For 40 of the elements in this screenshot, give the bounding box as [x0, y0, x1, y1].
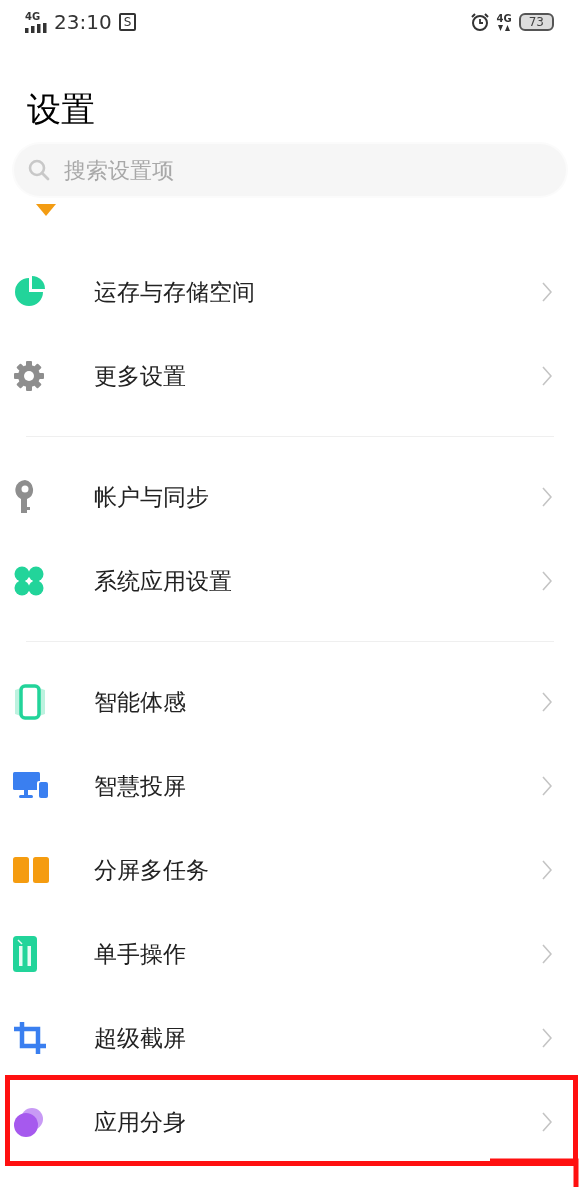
settings-item[interactable]: 系统应用设置	[0, 539, 580, 623]
chevron-right-icon	[542, 282, 552, 302]
settings-item[interactable]: 单手操作	[0, 912, 580, 996]
clock-time: 23:10	[54, 10, 112, 34]
pie-chart-icon	[13, 276, 45, 308]
four-petal-icon	[13, 565, 45, 597]
chevron-right-icon	[542, 366, 552, 386]
chevron-right-icon	[542, 944, 552, 964]
gear-icon	[13, 360, 45, 392]
overlapping-circles-icon	[13, 1107, 45, 1137]
crop-icon	[13, 1022, 47, 1054]
settings-item[interactable]: 运存与存储空间	[0, 250, 580, 334]
split-panels-icon	[13, 857, 49, 883]
settings-item[interactable]: 智能体感	[0, 660, 580, 744]
settings-item[interactable]: 帐户与同步	[0, 455, 580, 539]
chevron-right-icon	[542, 860, 552, 880]
chevron-right-icon	[542, 1112, 552, 1132]
search-icon	[28, 159, 50, 181]
data-arrows-icon	[498, 24, 511, 31]
monitor-phone-icon	[13, 772, 49, 800]
settings-item[interactable]: 分屏多任务	[0, 828, 580, 912]
chevron-right-icon	[542, 571, 552, 591]
search-field[interactable]: 搜索设置项	[14, 144, 566, 196]
alarm-icon	[469, 12, 490, 32]
chevron-right-icon	[542, 1028, 552, 1048]
battery-indicator: 73	[518, 13, 554, 31]
settings-item[interactable]: 更多设置	[0, 334, 580, 418]
settings-item[interactable]: 超级截屏	[0, 996, 580, 1080]
settings-item[interactable]: 应用分身	[0, 1080, 580, 1164]
chevron-right-icon	[542, 692, 552, 712]
phone-hand-icon	[13, 936, 37, 972]
chevron-right-icon	[542, 776, 552, 796]
network-label: 4G	[496, 13, 512, 24]
phone-outline-icon	[13, 684, 47, 720]
network-label: 4G	[25, 11, 41, 22]
notification-icon: S	[118, 13, 137, 31]
settings-item[interactable]: 智慧投屏	[0, 744, 580, 828]
page-title: 设置	[27, 88, 96, 131]
chevron-right-icon	[542, 487, 552, 507]
signal-icon	[25, 22, 47, 33]
